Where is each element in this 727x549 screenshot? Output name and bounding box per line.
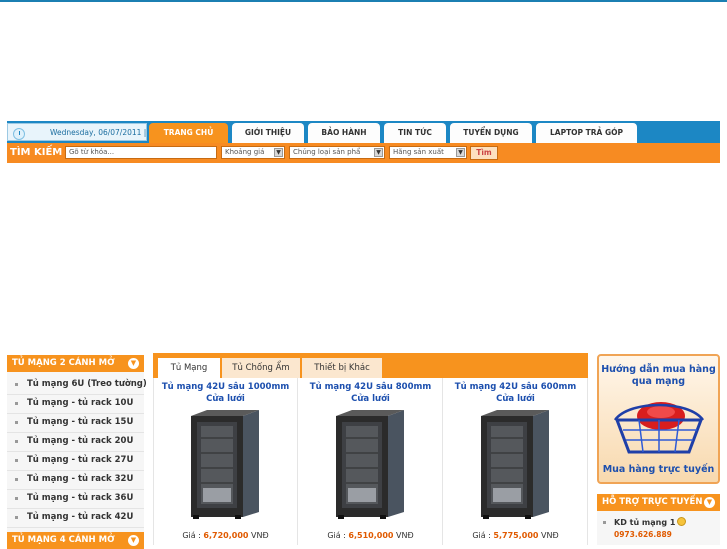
chevron-down-icon[interactable]: ▼ bbox=[128, 535, 139, 546]
price-value: 6,510,000 bbox=[348, 531, 394, 540]
bullet-icon bbox=[15, 497, 18, 500]
list-item[interactable]: Tủ mạng - tủ rack 10U bbox=[7, 395, 144, 414]
product-price: Giá : 6,720,000 VNĐ bbox=[154, 531, 297, 540]
tab-network-cabinet[interactable]: Tủ Mạng bbox=[158, 358, 220, 378]
product-price: Giá : 6,510,000 VNĐ bbox=[299, 531, 442, 540]
support-header[interactable]: HỖ TRỢ TRỰC TUYẾN ▼ bbox=[597, 494, 720, 511]
bullet-icon bbox=[15, 421, 18, 424]
search-button[interactable]: Tìm bbox=[470, 146, 498, 160]
tab-laptop-installment[interactable]: LAPTOP TRẢ GÓP bbox=[536, 123, 637, 143]
list-item[interactable]: Tủ mạng - tủ rack 15U bbox=[7, 414, 144, 433]
list-item[interactable]: Tủ mạng - tủ rack 36U bbox=[7, 490, 144, 509]
category-header[interactable]: TỦ MẠNG 2 CÁNH MỞ ▼ bbox=[7, 355, 144, 372]
price-label: Giá : bbox=[327, 531, 346, 540]
list-item-label: Tủ mạng - tủ rack 42U bbox=[27, 512, 134, 522]
product-title[interactable]: Tủ mạng 42U sâu 800mm Cửa lưới bbox=[303, 381, 438, 405]
top-border bbox=[0, 0, 727, 2]
product-card[interactable]: Tủ mạng 42U sâu 1000mm Cửa lưới Giá : 6,… bbox=[154, 378, 298, 545]
list-item[interactable]: Tủ mạng - tủ rack 32U bbox=[7, 471, 144, 490]
tab-recruitment[interactable]: TUYỂN DỤNG bbox=[450, 123, 532, 143]
list-item-label: Tủ mạng - tủ rack 10U bbox=[27, 398, 134, 408]
list-item[interactable]: Tủ mạng - tủ rack 27U bbox=[7, 452, 144, 471]
brand-select-value: Hãng sản xuất bbox=[393, 148, 444, 156]
price-value: 5,775,000 bbox=[493, 531, 539, 540]
banner-top-text: Hướng dẫn mua hàng qua mạng bbox=[601, 364, 716, 387]
product-grid: Tủ mạng 42U sâu 1000mm Cửa lưới Giá : 6,… bbox=[153, 378, 589, 545]
support-contact[interactable]: KD tủ mạng 1 bbox=[614, 517, 687, 527]
price-currency: VNĐ bbox=[251, 531, 269, 540]
category-title-2: TỦ MẠNG 4 CÁNH MỞ bbox=[12, 535, 115, 545]
search-bar: TÌM KIẾM Gõ từ khóa... Khoảng giá ▼ Chủn… bbox=[7, 143, 720, 163]
price-select[interactable]: Khoảng giá ▼ bbox=[221, 146, 285, 159]
rack-cabinet-image[interactable] bbox=[185, 408, 263, 521]
category-title: TỦ MẠNG 2 CÁNH MỞ bbox=[12, 358, 115, 368]
brand-select[interactable]: Hãng sản xuất ▼ bbox=[389, 146, 467, 159]
rack-cabinet-image[interactable] bbox=[475, 408, 553, 521]
tab-dry-cabinet[interactable]: Tủ Chống Ẩm bbox=[222, 358, 300, 378]
product-title[interactable]: Tủ mạng 42U sâu 600mm Cửa lưới bbox=[448, 381, 583, 405]
category-header-2[interactable]: TỦ MẠNG 4 CÁNH MỞ ▼ bbox=[7, 532, 144, 549]
chevron-down-icon: ▼ bbox=[456, 148, 465, 157]
support-title: HỖ TRỢ TRỰC TUYẾN bbox=[602, 497, 703, 507]
type-select-value: Chủng loại sản phẩ bbox=[293, 148, 361, 156]
support-panel: KD tủ mạng 1 0973.626.889 bbox=[597, 511, 720, 545]
chevron-down-icon: ▼ bbox=[374, 148, 383, 157]
left-sidebar: TỦ MẠNG 2 CÁNH MỞ ▼ Tủ mạng 6U (Treo tườ… bbox=[7, 355, 147, 549]
price-currency: VNĐ bbox=[541, 531, 559, 540]
price-label: Giá : bbox=[472, 531, 491, 540]
tab-about[interactable]: GIỚI THIỆU bbox=[232, 123, 304, 143]
tab-home[interactable]: TRANG CHỦ bbox=[149, 123, 228, 143]
search-label: TÌM KIẾM bbox=[10, 147, 63, 158]
list-item-label: Tủ mạng - tủ rack 36U bbox=[27, 493, 134, 503]
online-status-icon[interactable] bbox=[677, 517, 687, 526]
list-item-label: Tủ mạng 6U (Treo tường) bbox=[27, 379, 147, 389]
keyword-input[interactable]: Gõ từ khóa... bbox=[65, 146, 217, 159]
bullet-icon bbox=[15, 459, 18, 462]
chevron-down-icon[interactable]: ▼ bbox=[704, 497, 715, 508]
price-select-value: Khoảng giá bbox=[225, 148, 265, 156]
clock-icon bbox=[13, 128, 25, 140]
list-item-label: Tủ mạng - tủ rack 27U bbox=[27, 455, 134, 465]
banner-bottom-text: Mua hàng trực tuyến bbox=[602, 464, 715, 475]
current-date: Wednesday, 06/07/2011 | bbox=[50, 128, 147, 137]
tab-news[interactable]: TIN TỨC bbox=[384, 123, 446, 143]
list-item[interactable]: Tủ mạng - tủ rack 20U bbox=[7, 433, 144, 452]
tab-warranty[interactable]: BẢO HÀNH bbox=[308, 123, 380, 143]
product-price: Giá : 5,775,000 VNĐ bbox=[444, 531, 587, 540]
bullet-icon bbox=[15, 440, 18, 443]
support-name: KD tủ mạng 1 bbox=[614, 518, 676, 527]
product-tabs: Tủ Mạng Tủ Chống Ẩm Thiết bị Khác bbox=[153, 353, 588, 378]
main-nav: Wednesday, 06/07/2011 | TRANG CHỦ GIỚI T… bbox=[7, 121, 720, 143]
list-item-label: Tủ mạng - tủ rack 32U bbox=[27, 474, 134, 484]
shopping-basket-icon bbox=[613, 402, 705, 454]
product-card[interactable]: Tủ mạng 42U sâu 600mm Cửa lưới Giá : 5,7… bbox=[444, 378, 588, 545]
price-currency: VNĐ bbox=[396, 531, 414, 540]
bullet-icon bbox=[603, 521, 606, 524]
chevron-down-icon[interactable]: ▼ bbox=[128, 358, 139, 369]
list-item-label: Tủ mạng - tủ rack 20U bbox=[27, 436, 134, 446]
bullet-icon bbox=[15, 402, 18, 405]
product-card[interactable]: Tủ mạng 42U sâu 800mm Cửa lưới Giá : 6,5… bbox=[299, 378, 443, 545]
list-item[interactable]: Tủ mạng 6U (Treo tường) bbox=[7, 376, 147, 395]
price-value: 6,720,000 bbox=[203, 531, 249, 540]
support-phone: 0973.626.889 bbox=[614, 530, 672, 539]
tab-other-devices[interactable]: Thiết bị Khác bbox=[302, 358, 382, 378]
date-box: Wednesday, 06/07/2011 | bbox=[7, 123, 147, 141]
bullet-icon bbox=[15, 516, 18, 519]
list-item[interactable]: Tủ mạng - tủ rack 42U bbox=[7, 509, 144, 528]
chevron-down-icon: ▼ bbox=[274, 148, 283, 157]
list-item-label: Tủ mạng - tủ rack 15U bbox=[27, 417, 134, 427]
product-title[interactable]: Tủ mạng 42U sâu 1000mm Cửa lưới bbox=[158, 381, 293, 405]
bullet-icon bbox=[15, 478, 18, 481]
price-label: Giá : bbox=[182, 531, 201, 540]
shopping-guide-banner[interactable]: Hướng dẫn mua hàng qua mạng Mua hàng trự… bbox=[597, 354, 720, 484]
type-select[interactable]: Chủng loại sản phẩ ▼ bbox=[289, 146, 385, 159]
rack-cabinet-image[interactable] bbox=[330, 408, 408, 521]
bullet-icon bbox=[15, 383, 18, 386]
